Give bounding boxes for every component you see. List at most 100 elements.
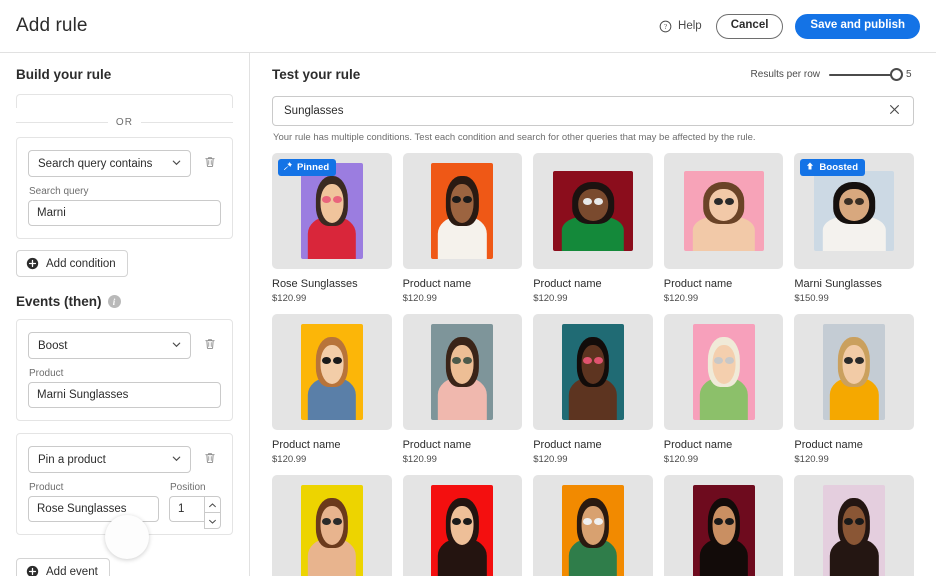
product-price: $120.99 xyxy=(794,454,914,465)
product-card[interactable] xyxy=(403,475,523,576)
product-card[interactable]: Product name$120.99 xyxy=(533,314,653,465)
test-search-input[interactable]: Sunglasses xyxy=(284,105,884,117)
event-type-select-boost[interactable]: Boost xyxy=(28,332,191,359)
condition-type-select[interactable]: Search query contains xyxy=(28,150,191,177)
pin-position-label: Position xyxy=(170,482,221,493)
product-card[interactable]: PinnedRose Sunglasses$120.99 xyxy=(272,153,392,304)
chevron-down-icon xyxy=(171,339,182,353)
conditions-hint: Your rule has multiple conditions. Test … xyxy=(273,132,914,143)
product-name: Marni Sunglasses xyxy=(794,278,914,290)
test-search-bar[interactable]: Sunglasses xyxy=(272,96,914,126)
product-thumbnail[interactable] xyxy=(533,475,653,576)
event-type-value-pin: Pin a product xyxy=(38,454,171,466)
pin-position-input[interactable]: 1 xyxy=(169,496,204,522)
info-icon[interactable]: i xyxy=(108,295,121,308)
plus-circle-icon xyxy=(26,565,39,576)
condition-type-value: Search query contains xyxy=(38,158,171,170)
product-card[interactable]: Product name $120.99 xyxy=(533,153,653,304)
product-image xyxy=(431,324,493,420)
product-card[interactable] xyxy=(272,475,392,576)
stepper-buttons xyxy=(204,496,221,522)
clear-search-button[interactable] xyxy=(884,101,905,121)
stepper-increment-button[interactable] xyxy=(204,496,221,512)
or-label: OR xyxy=(116,117,133,128)
svg-text:?: ? xyxy=(664,24,667,31)
test-rule-header: Test your rule Results per row 5 xyxy=(272,67,914,82)
help-button[interactable]: ? Help xyxy=(657,16,704,37)
search-query-input[interactable]: Marni xyxy=(28,200,221,226)
product-image xyxy=(684,171,764,251)
product-price: $120.99 xyxy=(664,454,784,465)
product-price: $120.99 xyxy=(533,293,653,304)
product-price: $120.99 xyxy=(664,293,784,304)
product-card[interactable]: Product name$120.99 xyxy=(403,153,523,304)
product-thumbnail[interactable] xyxy=(403,475,523,576)
delete-event-button-pin[interactable] xyxy=(199,449,221,471)
chevron-down-icon xyxy=(171,453,182,467)
product-price: $120.99 xyxy=(403,454,523,465)
product-card[interactable] xyxy=(794,475,914,576)
product-card[interactable]: Product name $120.99 xyxy=(664,153,784,304)
boost-product-label: Product xyxy=(29,368,221,379)
product-price: $150.99 xyxy=(794,293,914,304)
slider-knob[interactable] xyxy=(890,68,903,81)
boost-product-input[interactable]: Marni Sunglasses xyxy=(28,382,221,408)
add-rule-page: Add rule ? Help Cancel Save and publish … xyxy=(0,0,936,576)
product-thumbnail[interactable] xyxy=(664,153,784,269)
results-per-row-slider[interactable] xyxy=(829,74,897,76)
pin-product-input[interactable]: Rose Sunglasses xyxy=(28,496,159,522)
product-thumbnail[interactable] xyxy=(533,314,653,430)
cancel-button[interactable]: Cancel xyxy=(716,14,784,39)
test-your-rule-heading: Test your rule xyxy=(272,67,360,82)
product-thumbnail[interactable] xyxy=(664,475,784,576)
product-image xyxy=(814,171,894,251)
events-title: Events (then) xyxy=(16,294,102,309)
build-your-rule-heading: Build your rule xyxy=(16,67,233,82)
event-card-pin: Pin a product xyxy=(16,433,233,535)
body-split: Build your rule OR Search query contains xyxy=(0,52,936,576)
pin-position-stepper[interactable]: 1 xyxy=(169,496,221,522)
product-card[interactable]: Product name$120.99 xyxy=(272,314,392,465)
product-thumbnail[interactable] xyxy=(272,475,392,576)
product-image xyxy=(301,485,363,576)
product-name: Product name xyxy=(664,278,784,290)
product-card[interactable]: BoostedMarni Sunglasses$150.99 xyxy=(794,153,914,304)
product-thumbnail[interactable] xyxy=(794,314,914,430)
product-price: $120.99 xyxy=(403,293,523,304)
results-per-row-control: Results per row 5 xyxy=(751,69,914,80)
delete-event-button-boost[interactable] xyxy=(199,335,221,357)
product-image xyxy=(431,485,493,576)
product-name: Product name xyxy=(272,439,392,451)
product-thumbnail[interactable] xyxy=(272,314,392,430)
delete-condition-button[interactable] xyxy=(199,153,221,175)
product-card[interactable]: Product name$120.99 xyxy=(794,314,914,465)
product-image xyxy=(823,324,885,420)
product-card[interactable]: Product name$120.99 xyxy=(403,314,523,465)
product-image xyxy=(301,324,363,420)
product-image xyxy=(562,485,624,576)
add-event-button[interactable]: Add event xyxy=(16,558,110,576)
results-per-row-label: Results per row xyxy=(751,69,820,80)
product-thumbnail[interactable] xyxy=(794,475,914,576)
add-condition-button[interactable]: Add condition xyxy=(16,250,128,277)
product-thumbnail[interactable] xyxy=(664,314,784,430)
pin-position-field: Position 1 xyxy=(169,473,221,522)
product-thumbnail[interactable] xyxy=(533,153,653,269)
product-card[interactable] xyxy=(533,475,653,576)
save-and-publish-button[interactable]: Save and publish xyxy=(795,14,920,39)
product-thumbnail[interactable] xyxy=(403,314,523,430)
condition-card-partial xyxy=(16,94,233,108)
add-event-label: Add event xyxy=(46,566,98,576)
product-name: Product name xyxy=(533,278,653,290)
trash-icon xyxy=(203,155,217,172)
stepper-decrement-button[interactable] xyxy=(204,512,221,529)
product-card[interactable]: Product name $120.99 xyxy=(664,314,784,465)
plus-circle-icon xyxy=(26,257,39,270)
product-name: Product name xyxy=(664,439,784,451)
product-thumbnail[interactable] xyxy=(403,153,523,269)
trash-icon xyxy=(203,451,217,468)
product-badge-label: Pinned xyxy=(297,162,329,173)
product-card[interactable] xyxy=(664,475,784,576)
event-type-select-pin[interactable]: Pin a product xyxy=(28,446,191,473)
arrow-up-icon xyxy=(805,161,815,174)
